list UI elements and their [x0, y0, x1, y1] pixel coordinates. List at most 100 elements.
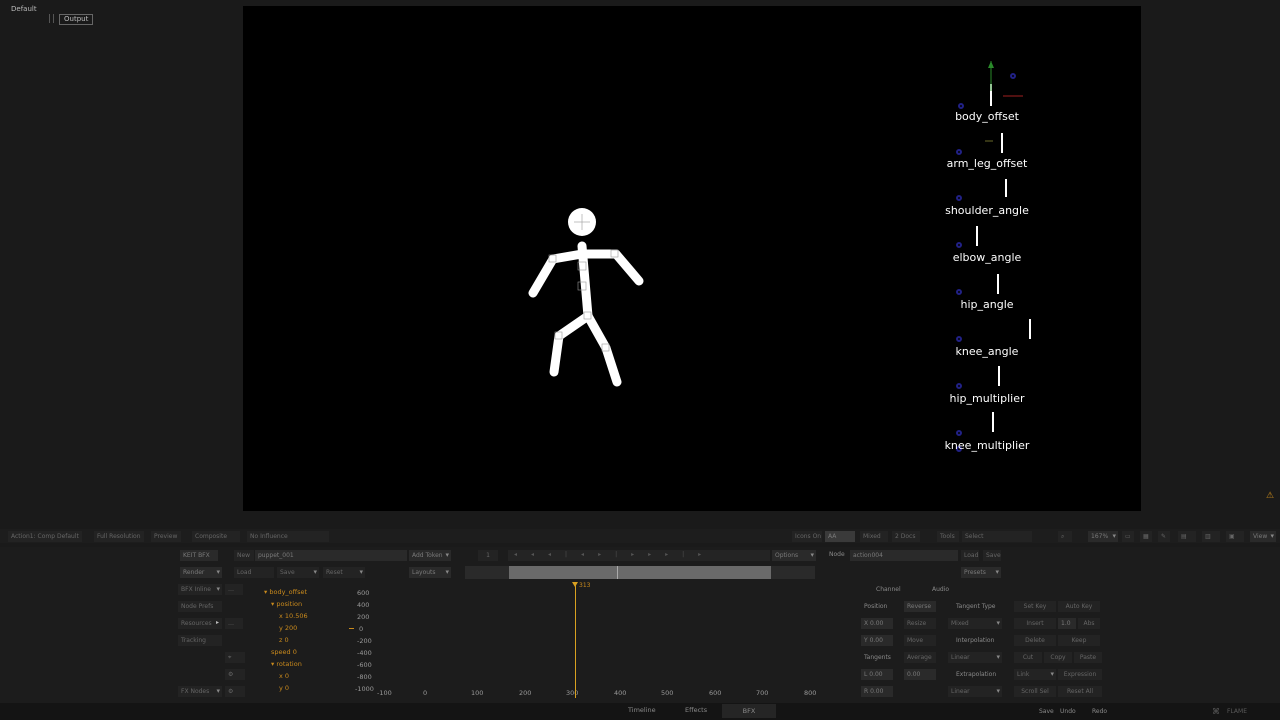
timeline-scrubber[interactable] — [465, 566, 815, 579]
copy-button[interactable]: Copy — [1044, 652, 1072, 663]
paste-button[interactable]: Paste — [1074, 652, 1102, 663]
tree-item-rot-y[interactable]: y 0 — [279, 685, 289, 692]
move-button[interactable]: Move — [904, 635, 936, 646]
setup-name-button[interactable]: KEIT BFX — [180, 550, 218, 561]
tree-item-z[interactable]: z 0 — [279, 637, 289, 644]
transport-controls[interactable]: ◂◂◂|◂▸|▸▸▸|▸ — [508, 550, 770, 561]
tool-icon[interactable]: ⚙ — [225, 669, 245, 680]
frame-field[interactable]: 1 — [478, 550, 498, 561]
x-field[interactable]: X 0.00 — [861, 618, 893, 629]
average-button[interactable]: Average — [904, 652, 936, 663]
output-view-button[interactable]: Output — [59, 14, 94, 25]
playhead-marker[interactable] — [572, 582, 578, 587]
node-label-arm-leg-offset[interactable]: arm_leg_offset — [927, 157, 1047, 170]
set-key-button[interactable]: Set Key — [1014, 601, 1056, 612]
viewer-canvas[interactable]: body_offset arm_leg_offset shoulder_angl… — [243, 6, 1141, 511]
render-dropdown[interactable]: Render — [180, 567, 222, 578]
expression-button[interactable]: Expression — [1058, 669, 1102, 680]
resize-button[interactable]: Resize — [904, 618, 936, 629]
y-field[interactable]: Y 0.00 — [861, 635, 893, 646]
channels-icon[interactable]: ▣ — [1226, 531, 1244, 542]
l-field[interactable]: L 0.00 — [861, 669, 893, 680]
aa-toggle[interactable]: AA — [825, 531, 855, 542]
panel-icon[interactable]: ▥ — [1202, 531, 1220, 542]
save-node-button[interactable]: Save — [983, 550, 1001, 561]
abs-button[interactable]: Abs — [1078, 618, 1100, 629]
workspace-label[interactable]: Default — [11, 6, 37, 13]
tab-audio[interactable]: Audio — [932, 587, 949, 593]
fx-nodes-button[interactable]: FX Nodes — [178, 686, 222, 697]
influence-button[interactable]: No Influence — [247, 531, 329, 542]
node-label-elbow-angle[interactable]: elbow_angle — [927, 251, 1047, 264]
tree-item-position[interactable]: ▾ position — [271, 601, 302, 608]
new-button[interactable]: New — [234, 550, 254, 561]
reset-all-button[interactable]: Reset All — [1058, 686, 1102, 697]
tab-bfx[interactable]: BFX — [722, 704, 776, 718]
r2-field[interactable]: R 0.00 — [861, 686, 893, 697]
preview-button[interactable]: Preview — [151, 531, 181, 542]
cut-button[interactable]: Cut — [1014, 652, 1042, 663]
redo-button[interactable]: Redo — [1092, 709, 1107, 715]
bfx-icon[interactable]: … — [225, 584, 243, 595]
delete-button[interactable]: Delete — [1014, 635, 1056, 646]
presets-dropdown[interactable]: Presets — [961, 567, 1001, 578]
tree-item-body-offset[interactable]: ▾ body_offset — [264, 589, 307, 596]
node-label-body-offset[interactable]: body_offset — [927, 110, 1047, 123]
layout-icon[interactable]: ▤ — [1178, 531, 1196, 542]
resources-icon[interactable]: … — [225, 618, 243, 629]
bfx-inline-button[interactable]: BFX Inline — [178, 584, 222, 595]
undo-button[interactable]: Undo — [1060, 709, 1076, 715]
node-label-knee-multiplier[interactable]: knee_multiplier — [927, 439, 1047, 452]
tree-item-speed[interactable]: speed 0 — [271, 649, 297, 656]
tree-item-y[interactable]: y 200 — [279, 625, 297, 632]
layouts-dropdown[interactable]: Layouts — [409, 567, 451, 578]
node-label-hip-multiplier[interactable]: hip_multiplier — [927, 392, 1047, 405]
link-dropdown[interactable]: Link — [1014, 669, 1056, 680]
tools-button[interactable]: Tools — [937, 531, 959, 542]
curve-editor[interactable]: 600 400 200 0 -200 -400 -600 -800 -1000 … — [349, 580, 855, 698]
options-dropdown[interactable]: Options — [772, 550, 816, 561]
transform-icon[interactable]: ⌖ — [225, 652, 245, 663]
zoom-dropdown[interactable]: 167% — [1088, 531, 1118, 542]
playhead[interactable] — [575, 584, 576, 698]
settings-icon[interactable]: ⚙ — [225, 686, 245, 697]
keep-button[interactable]: Keep — [1058, 635, 1100, 646]
tree-item-rot-x[interactable]: x 0 — [279, 673, 289, 680]
reverse-button[interactable]: Reverse — [904, 601, 936, 612]
channel-tree[interactable]: ▾ body_offset ▾ position x 10.506 y 200 … — [258, 582, 353, 700]
search-icon[interactable]: ⌕ — [1058, 531, 1072, 542]
tree-item-rotation[interactable]: ▾ rotation — [271, 661, 302, 668]
view-dropdown[interactable]: View — [1250, 531, 1276, 542]
insert-button[interactable]: Insert — [1014, 618, 1056, 629]
grid-icon[interactable]: ▦ — [1140, 531, 1152, 542]
node-label-knee-angle[interactable]: knee_angle — [927, 345, 1047, 358]
scroll-sel-button[interactable]: Scroll Sel — [1014, 686, 1056, 697]
tab-effects[interactable]: Effects — [685, 707, 707, 714]
load-node-button[interactable]: Load — [961, 550, 979, 561]
node-name-field[interactable]: action004 — [850, 550, 958, 561]
tree-item-x[interactable]: x 10.506 — [279, 613, 308, 620]
extrapolation-dropdown[interactable]: Linear — [948, 686, 1002, 697]
interpolation-dropdown[interactable]: Linear — [948, 652, 1002, 663]
resolution-button[interactable]: Full Resolution — [94, 531, 144, 542]
step-field[interactable]: 1.0 — [1058, 618, 1076, 629]
mixed-button[interactable]: Mixed — [860, 531, 888, 542]
fit-icon[interactable]: ▭ — [1122, 531, 1134, 542]
tangent-type-dropdown[interactable]: Mixed — [948, 618, 1002, 629]
r-field[interactable]: 0.00 — [904, 669, 936, 680]
icons-toggle[interactable]: Icons On — [792, 531, 822, 542]
composite-button[interactable]: Composite — [192, 531, 240, 542]
auto-key-button[interactable]: Auto Key — [1058, 601, 1100, 612]
select-tool[interactable]: Select — [962, 531, 1032, 542]
node-label-shoulder-angle[interactable]: shoulder_angle — [927, 204, 1047, 217]
warning-icon[interactable]: ⚠ — [1266, 492, 1274, 501]
docs-button[interactable]: 2 Docs — [892, 531, 920, 542]
edit-icon[interactable]: ✎ — [1158, 531, 1170, 542]
load-button[interactable]: Load — [234, 567, 274, 578]
add-token-dropdown[interactable]: Add Token — [409, 550, 451, 561]
node-label-hip-angle[interactable]: hip_angle — [927, 298, 1047, 311]
action-selector[interactable]: Action1: Comp Default — [8, 531, 82, 542]
node-prefs-button[interactable]: Node Prefs — [178, 601, 222, 612]
setup-name-field[interactable]: puppet_001 — [255, 550, 407, 561]
tracking-button[interactable]: Tracking — [178, 635, 222, 646]
